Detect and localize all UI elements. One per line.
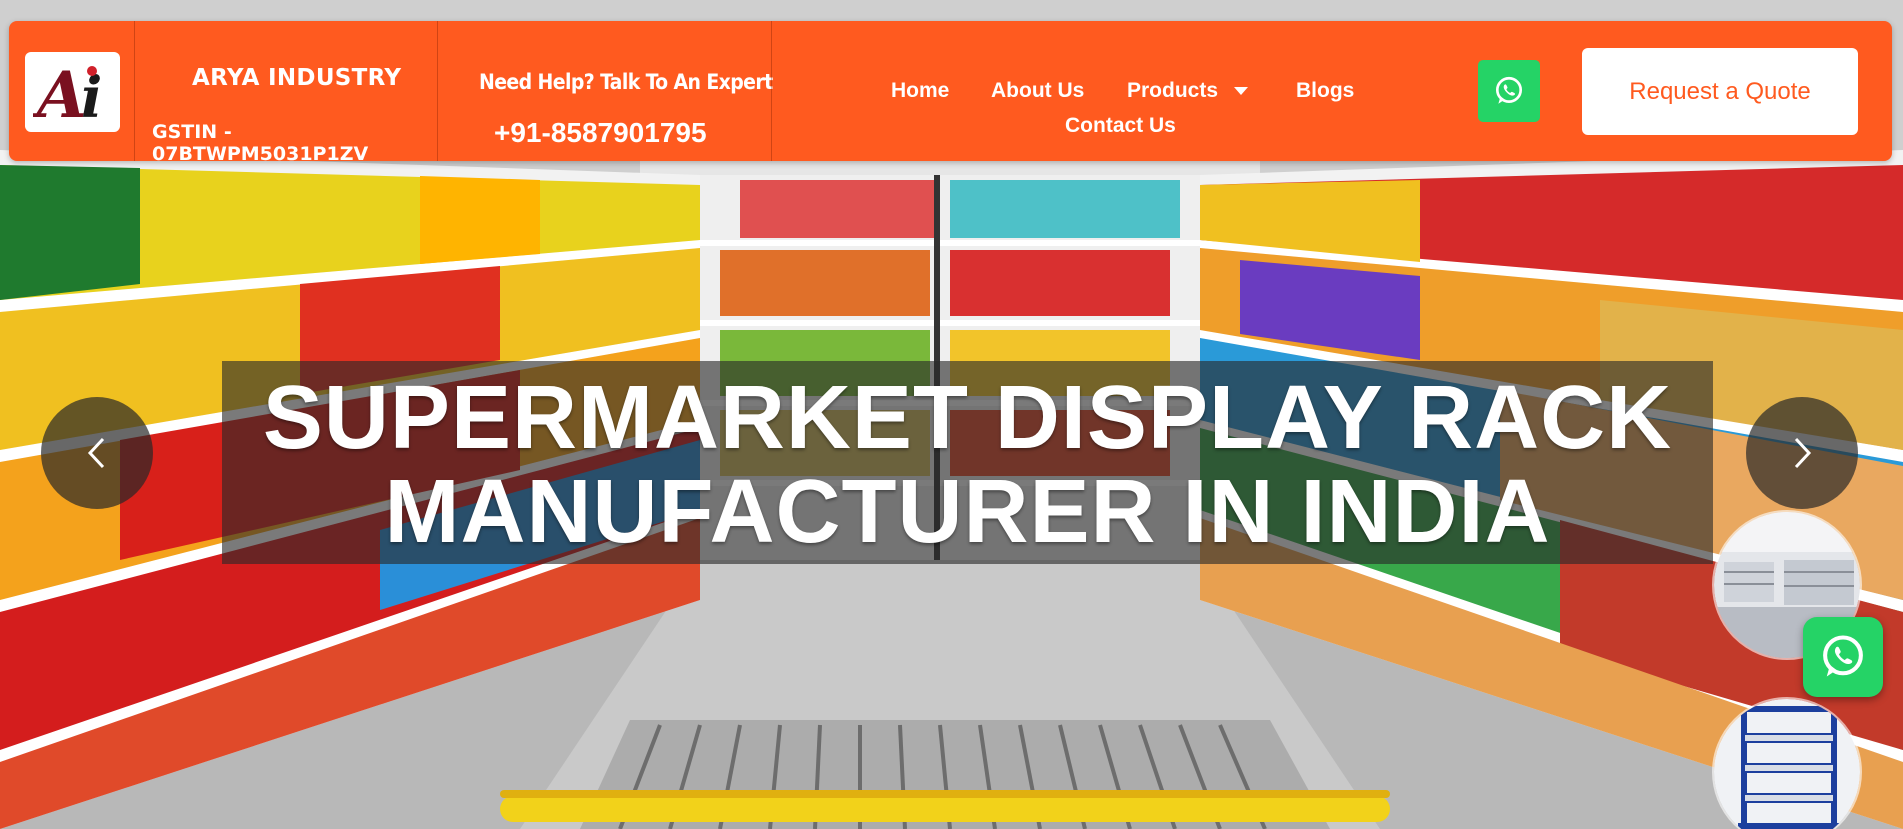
caret-down-icon bbox=[1234, 87, 1249, 96]
hero-title-band: SUPERMARKET DISPLAY RACK MANUFACTURER IN… bbox=[222, 361, 1713, 564]
hero-title-line-1: SUPERMARKET DISPLAY RACK bbox=[262, 368, 1673, 468]
hero-title-line-2: MANUFACTURER IN INDIA bbox=[384, 462, 1551, 562]
nav-home[interactable]: Home bbox=[891, 79, 949, 103]
nav-contact-us[interactable]: Contact Us bbox=[1065, 114, 1176, 138]
whatsapp-chat-button[interactable] bbox=[1803, 617, 1883, 697]
header-divider bbox=[771, 21, 772, 161]
site-header: A i ARYA INDUSTRY GSTIN - 07BTWPM5031P1Z… bbox=[9, 21, 1892, 165]
slider-next-button[interactable] bbox=[1746, 397, 1858, 509]
phone-number-link[interactable]: +91-8587901795 bbox=[494, 117, 707, 149]
whatsapp-button[interactable] bbox=[1478, 60, 1540, 122]
chevron-right-icon bbox=[1794, 437, 1812, 469]
nav-blogs[interactable]: Blogs bbox=[1296, 79, 1354, 103]
display-rack-image bbox=[1714, 699, 1860, 829]
logo[interactable]: A i bbox=[25, 52, 120, 132]
brand-name: ARYA INDUSTRY bbox=[192, 65, 402, 91]
nav-about-us[interactable]: About Us bbox=[991, 79, 1084, 103]
whatsapp-icon bbox=[1495, 76, 1523, 104]
slider-prev-button[interactable] bbox=[41, 397, 153, 509]
nav-products[interactable]: Products bbox=[1127, 79, 1249, 103]
gstin-number: GSTIN - 07BTWPM5031P1ZV bbox=[152, 121, 369, 165]
header-divider bbox=[134, 21, 135, 161]
arya-logo-icon: A i bbox=[33, 58, 102, 127]
whatsapp-icon bbox=[1823, 635, 1863, 677]
request-quote-button[interactable]: Request a Quote bbox=[1582, 48, 1858, 135]
help-text: Need Help? Talk To An Expert bbox=[479, 70, 773, 94]
svg-text:A: A bbox=[33, 58, 87, 127]
header-divider bbox=[437, 21, 438, 161]
nav-products-label: Products bbox=[1127, 79, 1219, 102]
chevron-left-icon bbox=[87, 437, 105, 469]
